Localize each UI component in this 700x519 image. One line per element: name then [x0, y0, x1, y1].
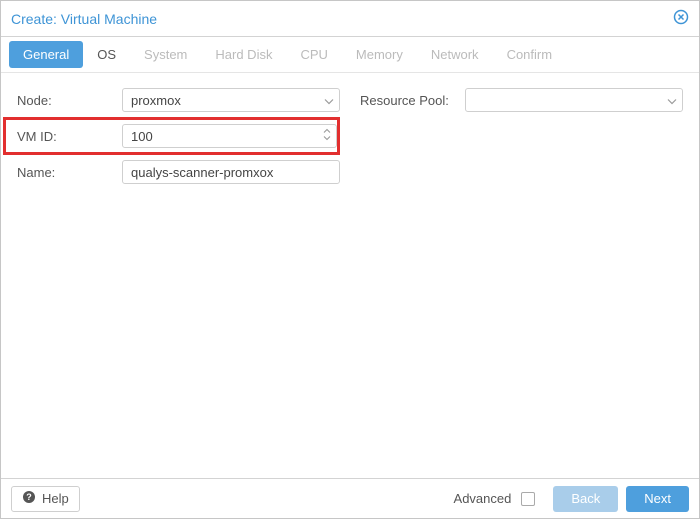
name-input[interactable]: [131, 165, 331, 180]
dialog-titlebar: Create: Virtual Machine: [1, 1, 699, 37]
help-label: Help: [42, 491, 69, 506]
tab-os[interactable]: OS: [83, 41, 130, 68]
back-button: Back: [553, 486, 618, 512]
resource-pool-combobox[interactable]: [465, 88, 683, 112]
tab-system: System: [130, 41, 201, 68]
node-value: proxmox: [131, 93, 181, 108]
resource-pool-label: Resource Pool:: [360, 93, 465, 108]
vmid-row: VM ID:: [3, 117, 340, 155]
node-row: Node: proxmox: [17, 85, 340, 115]
create-vm-dialog: Create: Virtual Machine General OS Syste…: [0, 0, 700, 519]
node-combobox[interactable]: proxmox: [122, 88, 340, 112]
tab-memory: Memory: [342, 41, 417, 68]
dialog-footer: ? Help Advanced Back Next: [1, 478, 699, 518]
name-field[interactable]: [122, 160, 340, 184]
tab-harddisk: Hard Disk: [201, 41, 286, 68]
help-icon: ?: [22, 490, 36, 507]
vmid-input[interactable]: [131, 129, 312, 144]
advanced-checkbox[interactable]: [521, 492, 535, 506]
tab-network: Network: [417, 41, 493, 68]
svg-text:?: ?: [26, 492, 32, 502]
name-label: Name:: [17, 165, 122, 180]
vmid-label: VM ID:: [17, 129, 122, 144]
name-row: Name:: [17, 157, 340, 187]
vmid-spinner[interactable]: [122, 124, 337, 148]
advanced-label: Advanced: [454, 491, 512, 506]
node-label: Node:: [17, 93, 122, 108]
wizard-tabs: General OS System Hard Disk CPU Memory N…: [1, 37, 699, 73]
resource-pool-row: Resource Pool:: [360, 85, 683, 115]
tab-cpu: CPU: [286, 41, 341, 68]
tab-general[interactable]: General: [9, 41, 83, 68]
close-icon[interactable]: [673, 9, 689, 28]
next-button[interactable]: Next: [626, 486, 689, 512]
form-content: Node: proxmox VM ID:: [1, 73, 699, 478]
tab-confirm: Confirm: [493, 41, 567, 68]
dialog-title: Create: Virtual Machine: [11, 11, 673, 27]
help-button[interactable]: ? Help: [11, 486, 80, 512]
